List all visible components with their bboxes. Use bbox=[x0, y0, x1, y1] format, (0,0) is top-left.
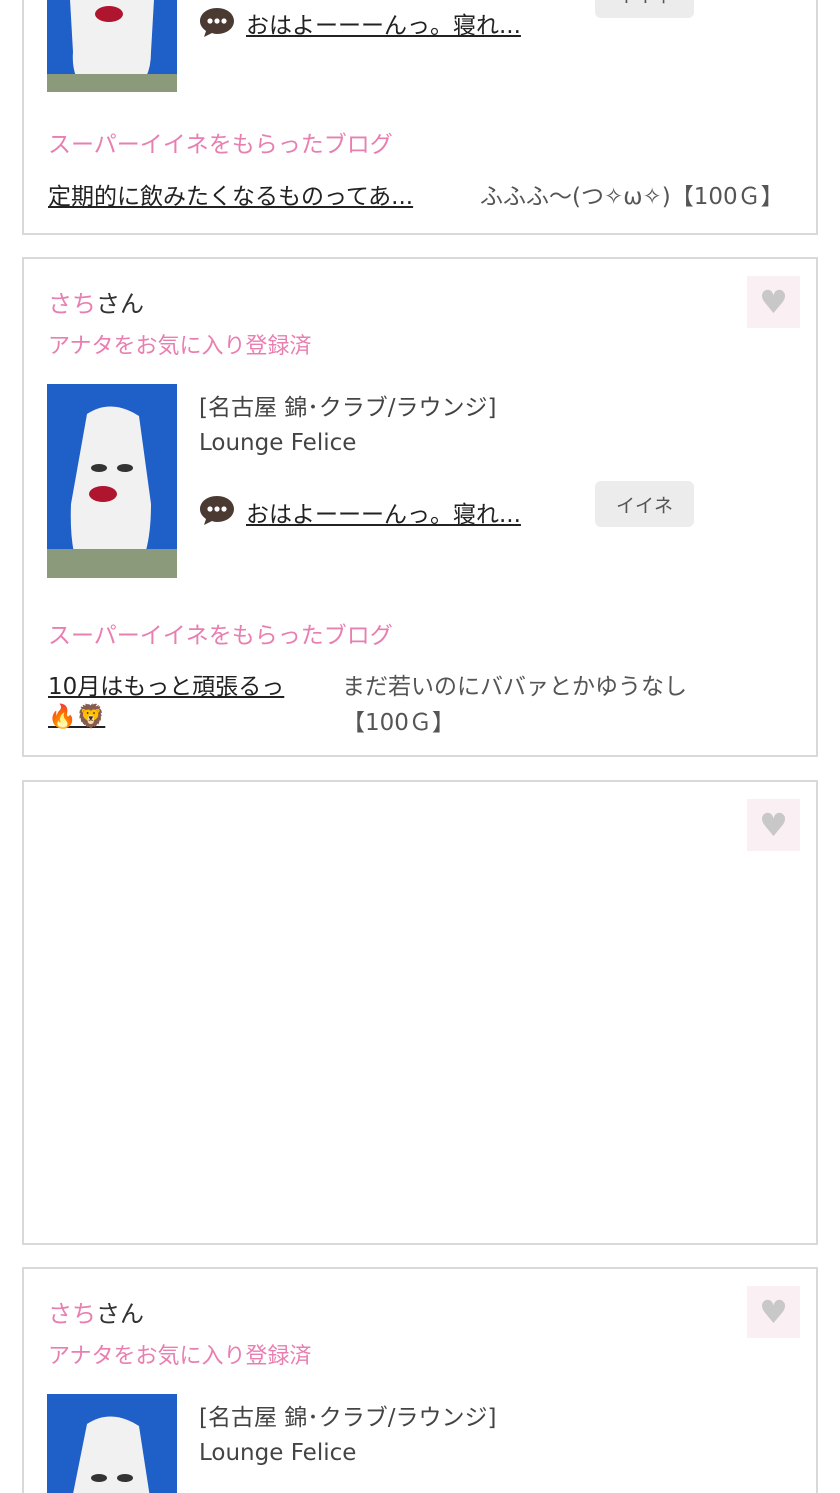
like-button[interactable]: イイネ bbox=[595, 0, 694, 18]
shop-category: [名古屋 錦･クラブ/ラウンジ] bbox=[199, 1405, 497, 1431]
user-name[interactable]: さちさん bbox=[48, 284, 144, 319]
user-card: おはよーーーんっ。寝れ... イイネ スーパーイイネをもらったブログ 定期的に飲… bbox=[22, 0, 818, 235]
profile-photo[interactable] bbox=[47, 384, 177, 578]
super-like-heading: スーパーイイネをもらったブログ bbox=[48, 132, 393, 158]
latest-comment-link[interactable]: おはよーーーんっ。寝れ... bbox=[246, 6, 521, 40]
user-name[interactable]: さちさん bbox=[48, 1294, 144, 1329]
page: おはよーーーんっ。寝れ... イイネ スーパーイイネをもらったブログ 定期的に飲… bbox=[0, 0, 840, 1493]
heart-icon: ♥ bbox=[759, 1293, 788, 1331]
blog-title-link[interactable]: 🔥🦁 bbox=[48, 703, 105, 730]
user-card: ♥ さちさん アナタをお気に入り登録済 [名古屋 錦･クラブ/ラウンジ] Lou… bbox=[22, 1267, 818, 1493]
like-button[interactable]: イイネ bbox=[595, 481, 694, 527]
super-like-heading: スーパーイイネをもらったブログ bbox=[48, 623, 393, 649]
shop-name[interactable]: Lounge Felice bbox=[199, 1440, 356, 1466]
heart-icon: ♥ bbox=[759, 283, 788, 321]
blog-comment: まだ若いのにババァとかゆうなし bbox=[342, 674, 687, 700]
speech-bubble-icon bbox=[198, 494, 236, 526]
blog-title-link[interactable]: 定期的に飲みたくなるものってあ... bbox=[48, 177, 413, 211]
speech-bubble-icon bbox=[198, 6, 236, 38]
blog-title-link[interactable]: 10月はもっと頑張るっ bbox=[48, 667, 284, 701]
favorite-status: アナタをお気に入り登録済 bbox=[48, 334, 312, 359]
profile-photo[interactable] bbox=[47, 0, 177, 92]
favorite-button[interactable]: ♥ bbox=[747, 1286, 800, 1338]
user-card: ♥ bbox=[22, 780, 818, 1245]
heart-icon: ♥ bbox=[759, 806, 788, 844]
blog-comment: 【100Ｇ】 bbox=[342, 710, 455, 736]
favorite-button[interactable]: ♥ bbox=[747, 276, 800, 328]
latest-comment-link[interactable]: おはよーーーんっ。寝れ... bbox=[246, 495, 521, 529]
user-card: ♥ さちさん アナタをお気に入り登録済 [名古屋 錦･クラブ/ラウンジ] Lou… bbox=[22, 257, 818, 757]
profile-photo[interactable] bbox=[47, 1394, 177, 1493]
favorite-button[interactable]: ♥ bbox=[747, 799, 800, 851]
shop-name[interactable]: Lounge Felice bbox=[199, 430, 356, 456]
blog-comment: ふふふ〜(つ✧ω✧)【100Ｇ】 bbox=[480, 184, 784, 210]
shop-category: [名古屋 錦･クラブ/ラウンジ] bbox=[199, 395, 497, 421]
favorite-status: アナタをお気に入り登録済 bbox=[48, 1344, 312, 1369]
